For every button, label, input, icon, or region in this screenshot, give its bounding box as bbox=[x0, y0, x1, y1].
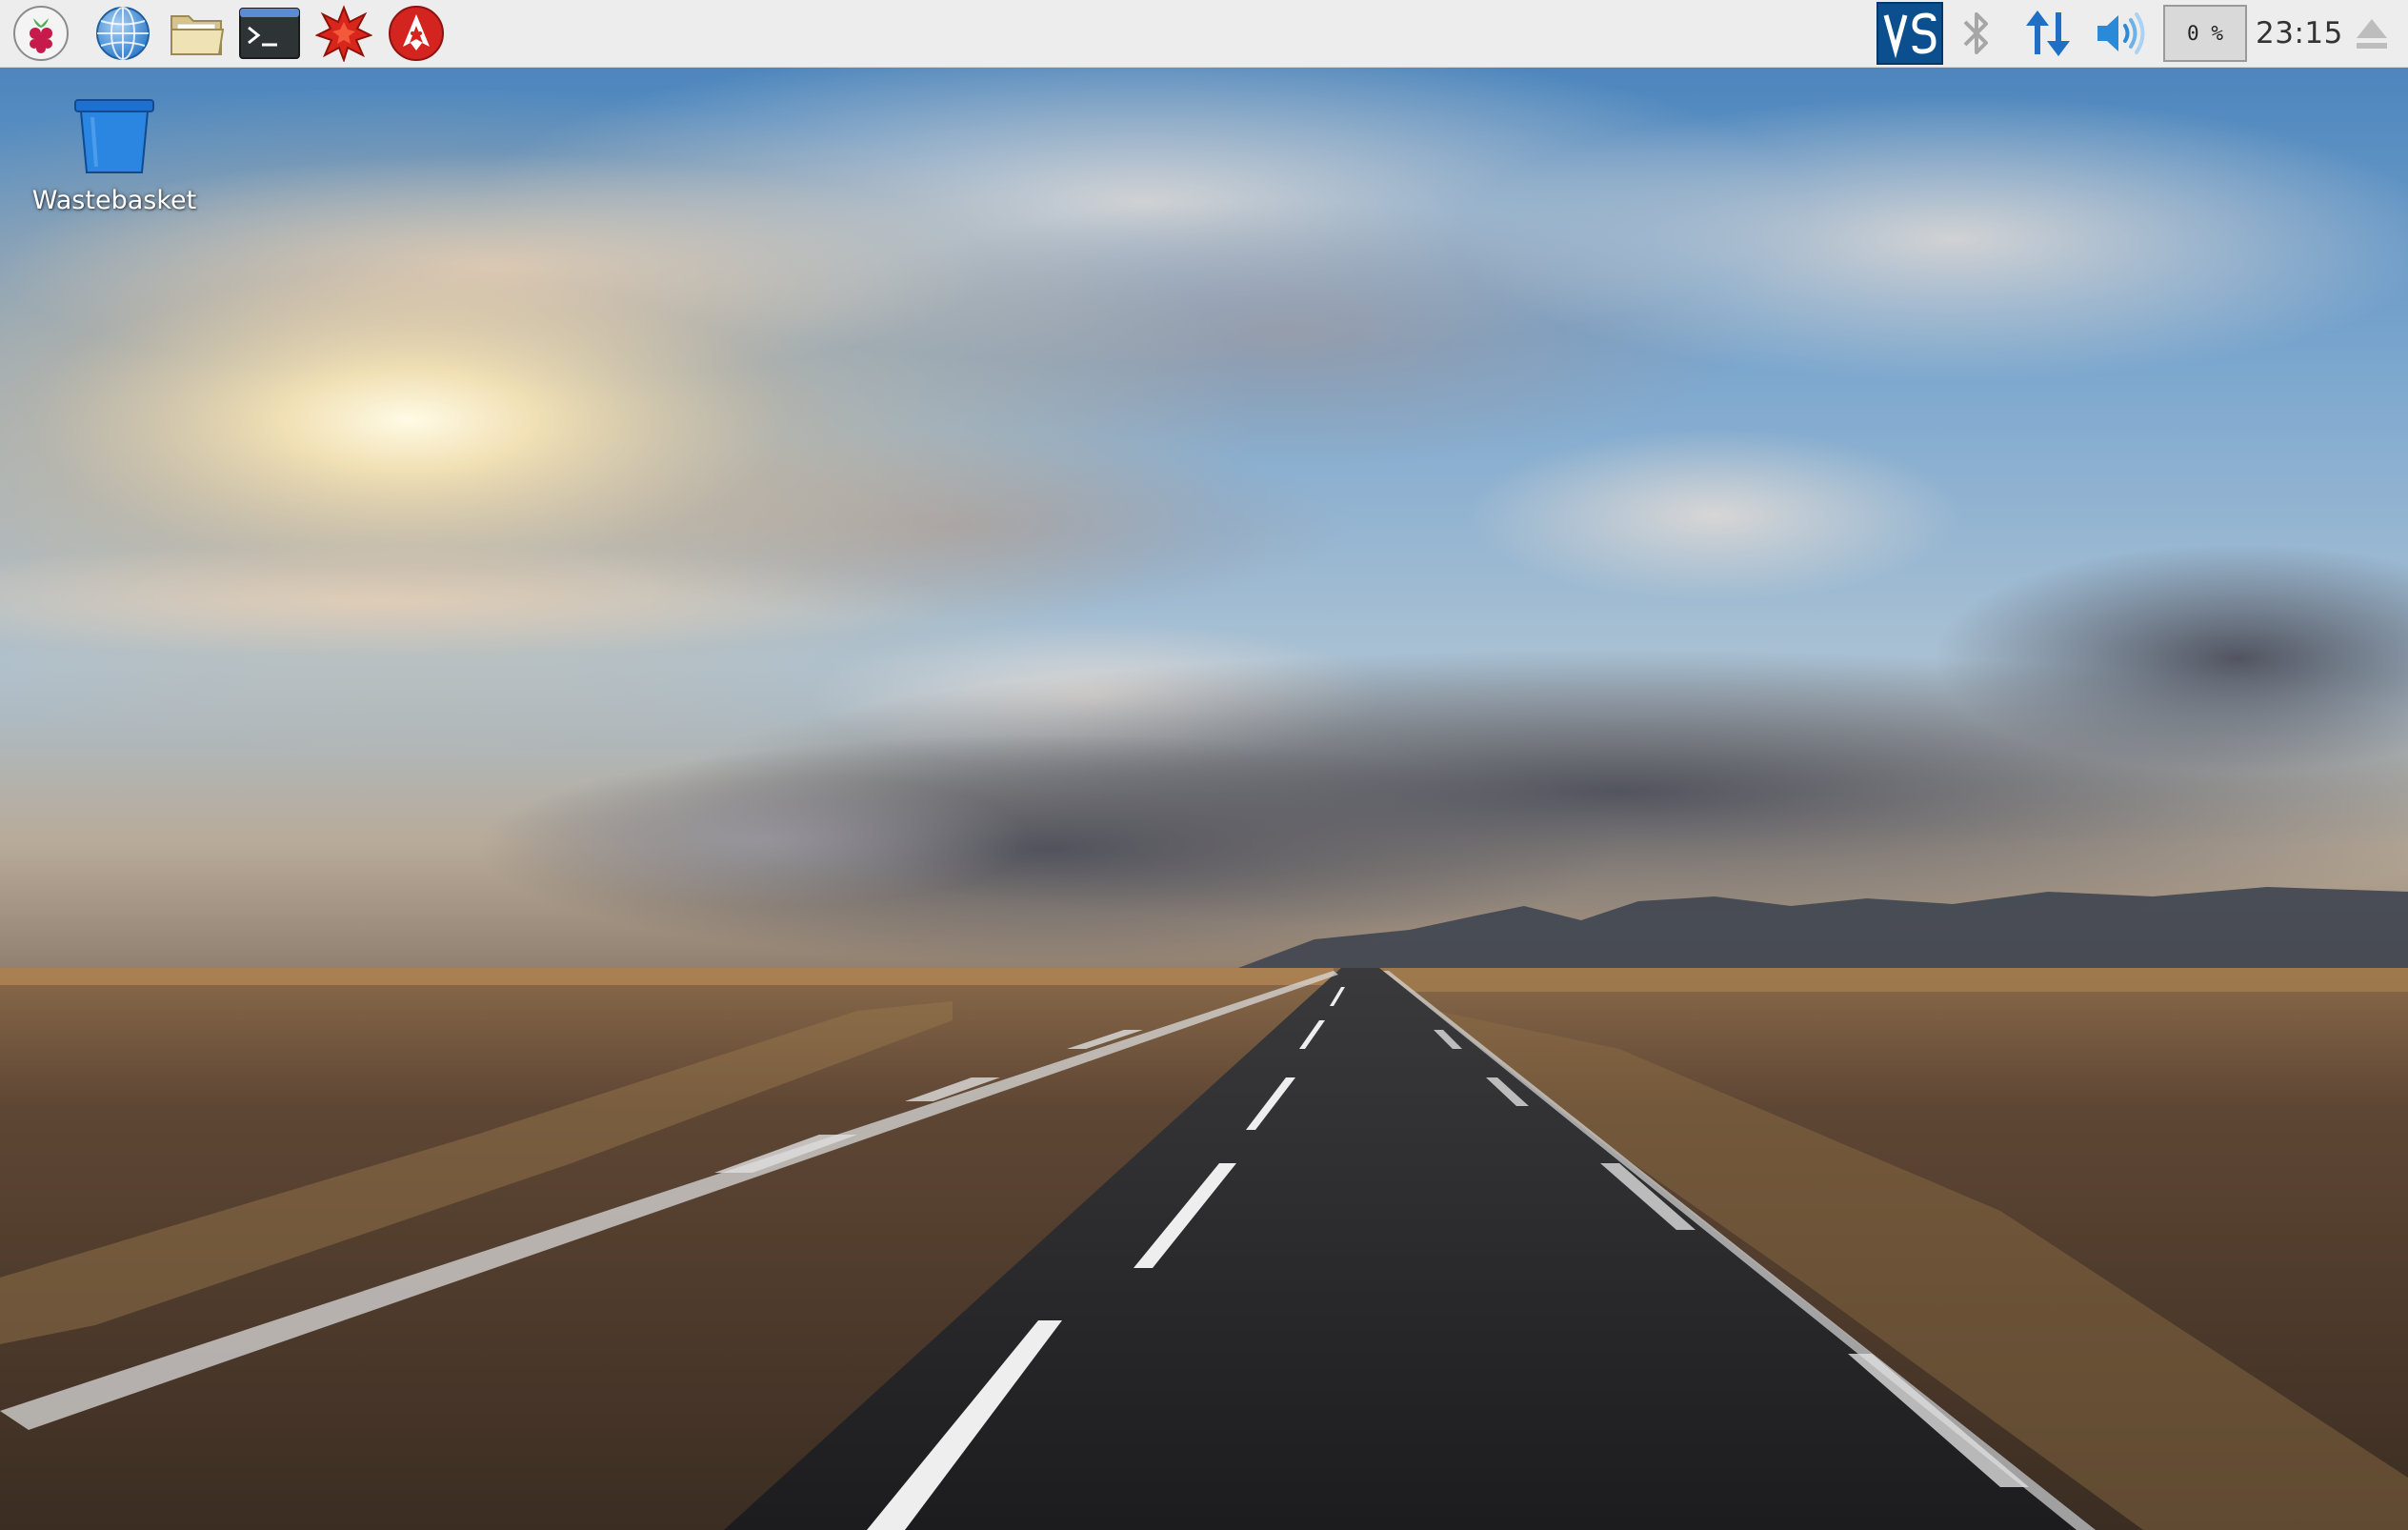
menu-button[interactable] bbox=[11, 5, 70, 62]
bluetooth-button[interactable] bbox=[1948, 5, 2005, 62]
terminal-button[interactable] bbox=[239, 5, 300, 62]
file-manager-button[interactable] bbox=[168, 5, 227, 62]
desktop-icon-label: Wastebasket bbox=[31, 186, 197, 215]
network-arrows-icon bbox=[2021, 7, 2075, 60]
eject-button[interactable] bbox=[2343, 5, 2400, 62]
screen: 0 % 23:15 Wastebasket bbox=[0, 0, 2408, 1530]
network-button[interactable] bbox=[2019, 5, 2077, 62]
vnc-icon bbox=[1876, 2, 1943, 65]
cpu-usage-monitor[interactable]: 0 % bbox=[2163, 5, 2247, 62]
volume-button[interactable] bbox=[2092, 5, 2149, 62]
volume-icon bbox=[2094, 10, 2147, 57]
globe-icon bbox=[94, 5, 151, 62]
mathematica-button[interactable] bbox=[314, 5, 373, 62]
wolfram-icon bbox=[388, 5, 445, 62]
wallpaper-image bbox=[0, 68, 2408, 1530]
folder-icon bbox=[168, 5, 227, 62]
cpu-usage-text: 0 % bbox=[2187, 22, 2223, 45]
desktop[interactable]: Wastebasket bbox=[0, 68, 2408, 1530]
bluetooth-icon bbox=[1957, 7, 1996, 60]
eject-icon bbox=[2353, 14, 2391, 52]
taskbar: 0 % 23:15 bbox=[0, 0, 2408, 68]
terminal-icon bbox=[239, 7, 300, 60]
mathematica-icon bbox=[315, 5, 372, 62]
clock[interactable]: 23:15 bbox=[2256, 0, 2343, 68]
vnc-server-button[interactable] bbox=[1876, 2, 1943, 65]
web-browser-button[interactable] bbox=[93, 5, 152, 62]
desktop-icon-wastebasket[interactable]: Wastebasket bbox=[21, 96, 208, 215]
raspberry-icon bbox=[12, 5, 70, 62]
wolfram-button[interactable] bbox=[387, 5, 446, 62]
wastebasket-icon bbox=[71, 99, 157, 180]
